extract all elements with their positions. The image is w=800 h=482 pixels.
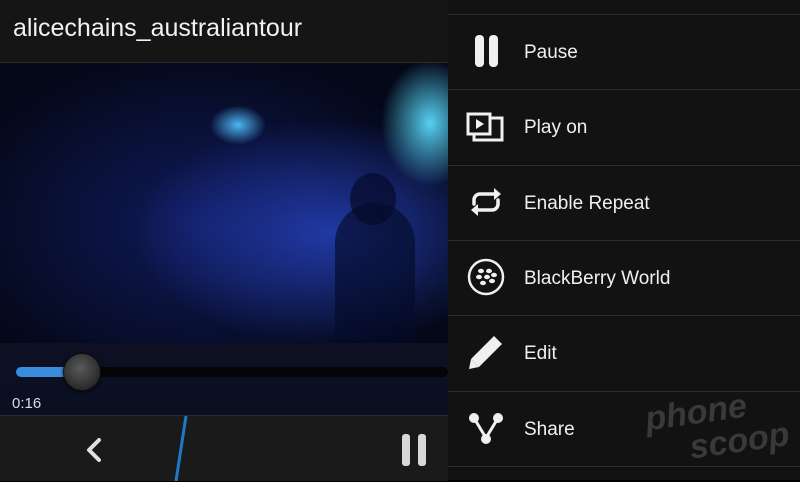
- menu-item-enable-repeat[interactable]: Enable Repeat: [448, 165, 800, 241]
- repeat-icon: [471, 188, 501, 216]
- seek-thumb[interactable]: [62, 353, 101, 391]
- menu-item-label: Share: [524, 419, 575, 440]
- menu-item-pause[interactable]: Pause: [448, 14, 800, 90]
- pause-button[interactable]: [380, 416, 448, 481]
- menu-item-label: Edit: [524, 343, 557, 364]
- menu-item-label: Play on: [524, 117, 588, 138]
- pause-icon: [475, 35, 498, 67]
- menu-item-play-on[interactable]: Play on: [448, 89, 800, 165]
- elapsed-time: 0:16: [12, 395, 42, 412]
- menu-item-label: BlackBerry World: [524, 268, 671, 289]
- play-on-icon: [466, 112, 504, 142]
- back-button[interactable]: [0, 416, 180, 481]
- pencil-icon: [469, 336, 502, 369]
- menu-item-edit[interactable]: Edit: [448, 315, 800, 391]
- menu-item-label: Enable Repeat: [524, 193, 650, 214]
- seek-area: 0:16: [0, 343, 448, 415]
- title-bar: alicechains_australiantour: [0, 0, 448, 63]
- blackberry-world-icon: [467, 258, 505, 296]
- menu-item-blackberry-world[interactable]: BlackBerry World: [448, 240, 800, 316]
- video-frame[interactable]: [0, 63, 448, 343]
- performer-silhouette: [335, 203, 415, 343]
- menu-item-label: Pause: [524, 42, 578, 63]
- back-chevron-icon: [87, 438, 101, 462]
- video-title: alicechains_australiantour: [13, 14, 303, 42]
- action-bar-divider: [174, 416, 188, 481]
- action-bar: [0, 415, 448, 481]
- share-icon: [469, 413, 503, 444]
